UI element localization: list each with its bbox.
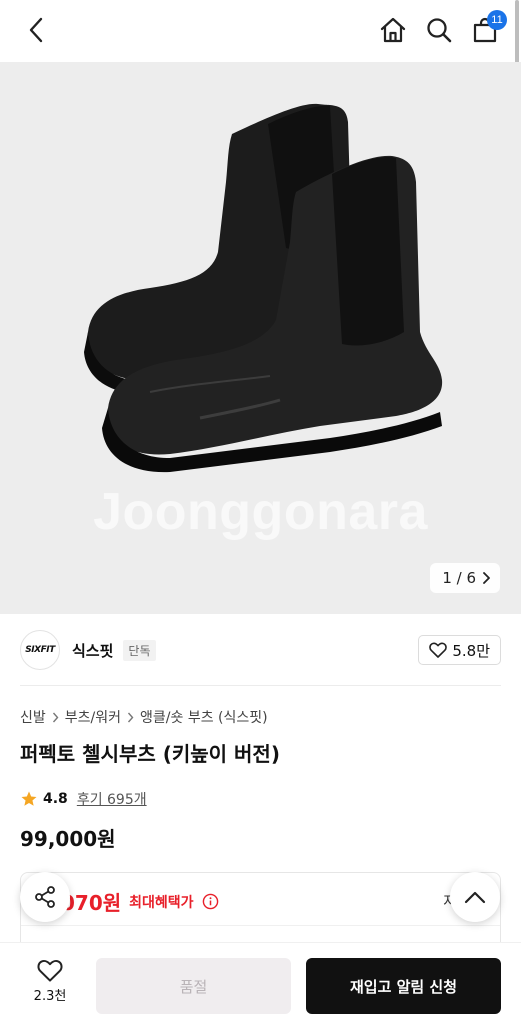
chevron-left-icon (29, 17, 43, 43)
review-count-link[interactable]: 후기 695개 (77, 789, 147, 809)
search-icon (427, 18, 452, 43)
brand-like-count: 5.8만 (452, 641, 490, 660)
info-icon[interactable] (202, 893, 219, 910)
divider (21, 925, 500, 926)
breadcrumb: 신발 부츠/워커 앵클/숏 부츠 (식스핏) (20, 707, 268, 727)
bottom-purchase-bar: 2.3천 품절 재입고 알림 신청 (0, 942, 521, 1024)
top-navigation-bar: 11 (0, 0, 521, 80)
star-icon (21, 791, 37, 806)
exclusive-tag: 단독 (123, 639, 156, 661)
rating-row: 4.8 후기 695개 (20, 789, 147, 809)
heart-icon (37, 960, 63, 982)
chevron-up-icon (464, 891, 486, 904)
breadcrumb-separator-icon (127, 712, 134, 723)
share-button[interactable] (20, 872, 70, 922)
restock-alert-button[interactable]: 재입고 알림 신청 (306, 958, 501, 1014)
image-watermark: Joonggonara (93, 483, 428, 541)
breadcrumb-item-shoes[interactable]: 신발 (20, 707, 46, 727)
breadcrumb-item-ankle-boots[interactable]: 앵클/숏 부츠 (식스핏) (140, 707, 268, 727)
breadcrumb-item-boots[interactable]: 부츠/워커 (65, 707, 121, 727)
brand-logo-text: SIXFIT (25, 645, 55, 655)
sold-out-button[interactable]: 품절 (96, 958, 291, 1014)
back-button[interactable] (22, 16, 50, 44)
home-icon (380, 17, 406, 43)
brand-row: SIXFIT 식스핏 단독 5.8만 (20, 628, 501, 672)
brand-like-button[interactable]: 5.8만 (418, 635, 501, 665)
cart-button[interactable]: 11 (469, 10, 507, 46)
product-image-gallery[interactable]: Joonggonara 1 / 6 (0, 62, 521, 614)
search-button[interactable] (423, 14, 455, 46)
max-benefit-label: 최대혜택가 (129, 894, 194, 911)
share-icon (35, 886, 55, 908)
wishlist-count: 2.3천 (33, 989, 67, 1004)
image-counter-text: 1 / 6 (442, 569, 476, 587)
rating-value: 4.8 (43, 791, 68, 807)
product-title: 퍼펙토 첼시부츠 (키높이 버전) (20, 742, 280, 766)
chevron-right-icon (483, 572, 490, 584)
image-page-counter[interactable]: 1 / 6 (430, 563, 500, 593)
brand-name[interactable]: 식스핏 (72, 640, 113, 661)
scroll-to-top-button[interactable] (450, 872, 500, 922)
product-price: 99,000원 (20, 827, 116, 851)
heart-icon (429, 642, 448, 658)
max-benefit-price: 070원 (61, 891, 122, 915)
max-benefit-box[interactable]: 070원 최대혜택가 자세히 (20, 872, 501, 952)
cart-count-badge: 11 (487, 10, 507, 30)
wishlist-button[interactable]: 2.3천 (22, 959, 78, 1004)
breadcrumb-separator-icon (52, 712, 59, 723)
home-button[interactable] (377, 14, 409, 46)
divider (20, 685, 501, 686)
brand-logo[interactable]: SIXFIT (20, 630, 60, 670)
